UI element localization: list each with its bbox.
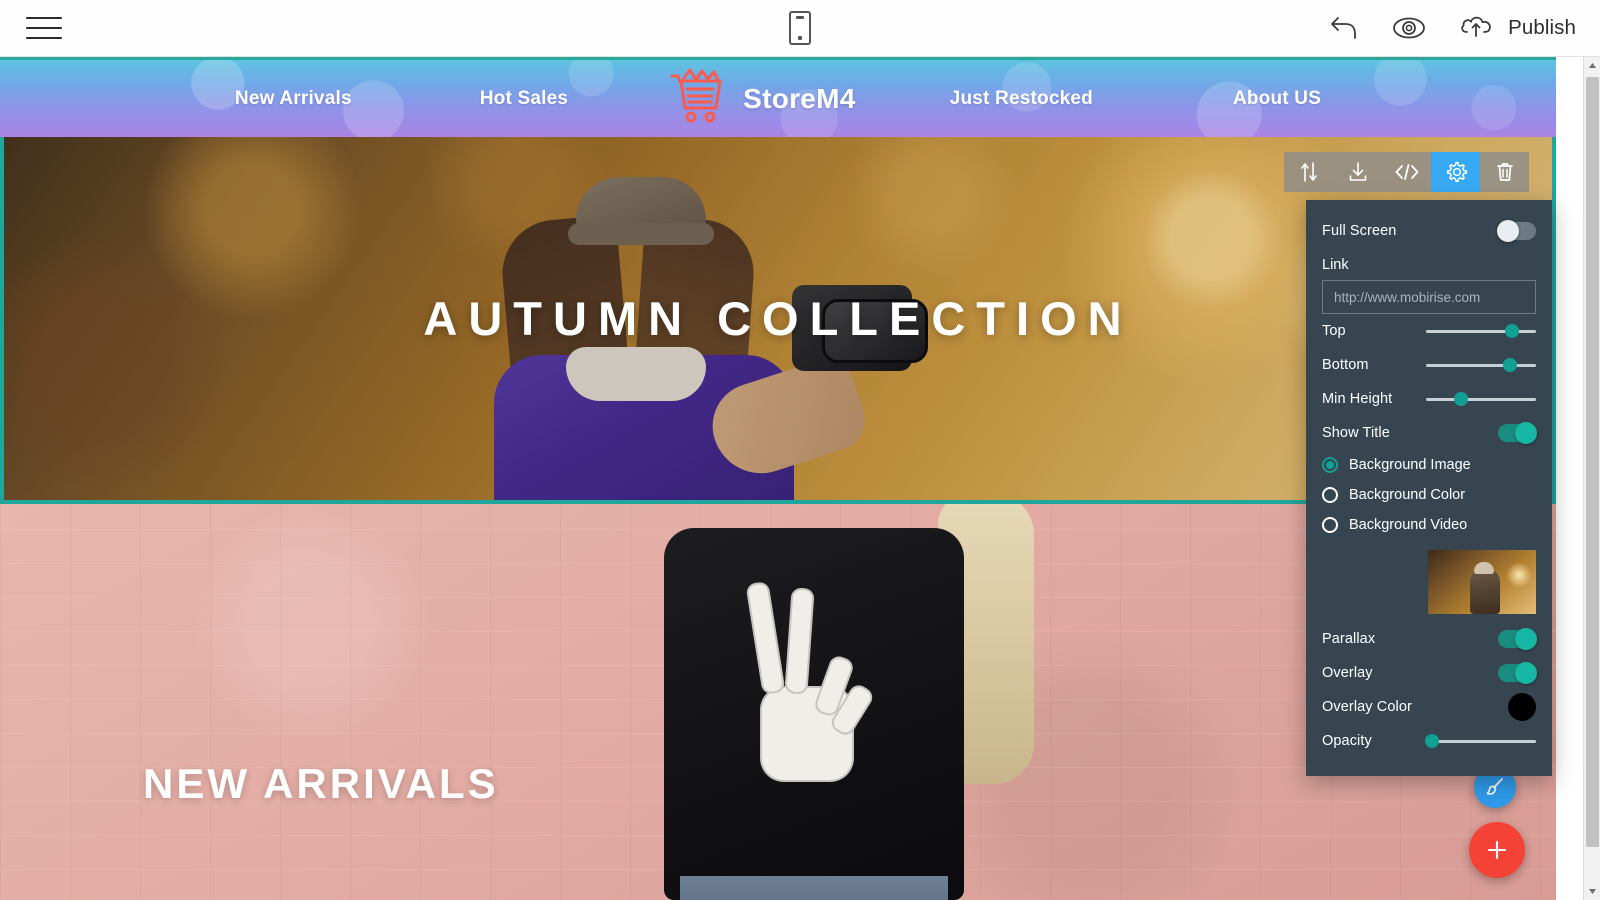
setting-overlay-color-row: Overlay Color bbox=[1322, 690, 1536, 724]
radio-background-image-label: Background Image bbox=[1349, 457, 1471, 473]
nav-link-new-arrivals[interactable]: New Arrivals bbox=[235, 88, 352, 110]
setting-opacity-row: Opacity bbox=[1322, 724, 1536, 758]
radio-background-video[interactable]: Background Video bbox=[1322, 510, 1536, 540]
min-height-label: Min Height bbox=[1322, 391, 1393, 407]
top-bar-actions: Publish bbox=[1326, 12, 1576, 45]
top-slider[interactable] bbox=[1426, 324, 1536, 338]
canvas-scrollbar[interactable] bbox=[1583, 57, 1600, 900]
mobirise-editor-window: Publish New Arrivals Hot Sales StoreM4 J… bbox=[0, 0, 1600, 900]
overlay-toggle[interactable] bbox=[1498, 662, 1537, 684]
nav-link-hot-sales[interactable]: Hot Sales bbox=[480, 88, 568, 110]
undo-arrow-icon[interactable] bbox=[1326, 15, 1360, 41]
background-image-thumbnail-wrap bbox=[1322, 540, 1536, 622]
radio-background-color-icon bbox=[1322, 487, 1338, 503]
device-preview-switcher bbox=[789, 11, 811, 45]
radio-background-image-icon bbox=[1322, 457, 1338, 473]
opacity-slider[interactable] bbox=[1424, 734, 1536, 748]
background-image-thumbnail[interactable] bbox=[1428, 550, 1536, 614]
top-label: Top bbox=[1322, 323, 1346, 339]
setting-full-screen-row: Full Screen bbox=[1322, 214, 1536, 248]
radio-background-image[interactable]: Background Image bbox=[1322, 450, 1536, 480]
editor-top-bar: Publish bbox=[0, 0, 1600, 57]
nav-link-about-us[interactable]: About US bbox=[1233, 88, 1321, 110]
bottom-slider[interactable] bbox=[1426, 358, 1536, 372]
link-label: Link bbox=[1322, 257, 1349, 273]
site-nav-links: New Arrivals Hot Sales StoreM4 Just Rest… bbox=[235, 68, 1321, 129]
parallax-toggle[interactable] bbox=[1498, 628, 1537, 650]
overlay-label: Overlay bbox=[1322, 665, 1373, 681]
eye-preview-icon[interactable] bbox=[1390, 15, 1428, 41]
radio-background-color[interactable]: Background Color bbox=[1322, 480, 1536, 510]
nav-link-just-restocked[interactable]: Just Restocked bbox=[950, 88, 1093, 110]
site-navbar-block[interactable]: New Arrivals Hot Sales StoreM4 Just Rest… bbox=[0, 57, 1556, 137]
move-block-icon[interactable] bbox=[1284, 152, 1333, 192]
radio-background-video-icon bbox=[1322, 517, 1338, 533]
cloud-upload-icon bbox=[1458, 12, 1498, 45]
mobile-phone-icon[interactable] bbox=[789, 11, 811, 45]
scrollbar-thumb[interactable] bbox=[1586, 77, 1599, 847]
site-brand[interactable]: StoreM4 bbox=[668, 68, 856, 129]
shopping-cart-icon bbox=[668, 68, 730, 129]
publish-label: Publish bbox=[1508, 16, 1576, 39]
radio-background-color-label: Background Color bbox=[1349, 487, 1466, 503]
full-screen-toggle[interactable] bbox=[1497, 220, 1536, 242]
add-block-plus-icon[interactable] bbox=[1469, 822, 1525, 878]
min-height-slider[interactable] bbox=[1426, 392, 1536, 406]
block-settings-panel: Full Screen Link Top Bottom Min Height bbox=[1306, 200, 1552, 776]
edit-code-icon[interactable] bbox=[1382, 152, 1431, 192]
setting-min-height-row: Min Height bbox=[1322, 382, 1536, 416]
full-screen-label: Full Screen bbox=[1322, 223, 1397, 239]
setting-parallax-row: Parallax bbox=[1322, 622, 1537, 656]
scroll-up-arrow-icon[interactable] bbox=[1584, 57, 1600, 74]
setting-top-row: Top bbox=[1322, 314, 1536, 348]
scroll-down-arrow-icon[interactable] bbox=[1584, 883, 1600, 900]
show-title-label: Show Title bbox=[1322, 425, 1390, 441]
download-block-icon[interactable] bbox=[1333, 152, 1382, 192]
overlay-color-label: Overlay Color bbox=[1322, 699, 1412, 715]
hamburger-menu-icon[interactable] bbox=[26, 15, 62, 41]
delete-block-icon[interactable] bbox=[1480, 152, 1529, 192]
setting-bottom-row: Bottom bbox=[1322, 348, 1536, 382]
block-settings-gear-icon[interactable] bbox=[1431, 152, 1480, 192]
radio-background-video-label: Background Video bbox=[1349, 517, 1468, 533]
show-title-toggle[interactable] bbox=[1498, 422, 1537, 444]
setting-overlay-row: Overlay bbox=[1322, 656, 1537, 690]
opacity-label: Opacity bbox=[1322, 733, 1372, 749]
link-input[interactable] bbox=[1322, 280, 1536, 314]
setting-show-title-row: Show Title bbox=[1322, 416, 1537, 450]
block-toolbar bbox=[1284, 152, 1529, 192]
publish-button[interactable]: Publish bbox=[1458, 12, 1576, 45]
parallax-label: Parallax bbox=[1322, 631, 1376, 647]
bottom-label: Bottom bbox=[1322, 357, 1369, 373]
overlay-color-swatch[interactable] bbox=[1508, 693, 1536, 721]
site-brand-name: StoreM4 bbox=[743, 82, 856, 114]
new-arrivals-title: NEW ARRIVALS bbox=[143, 760, 499, 807]
new-arrivals-model-figure bbox=[620, 504, 1040, 900]
